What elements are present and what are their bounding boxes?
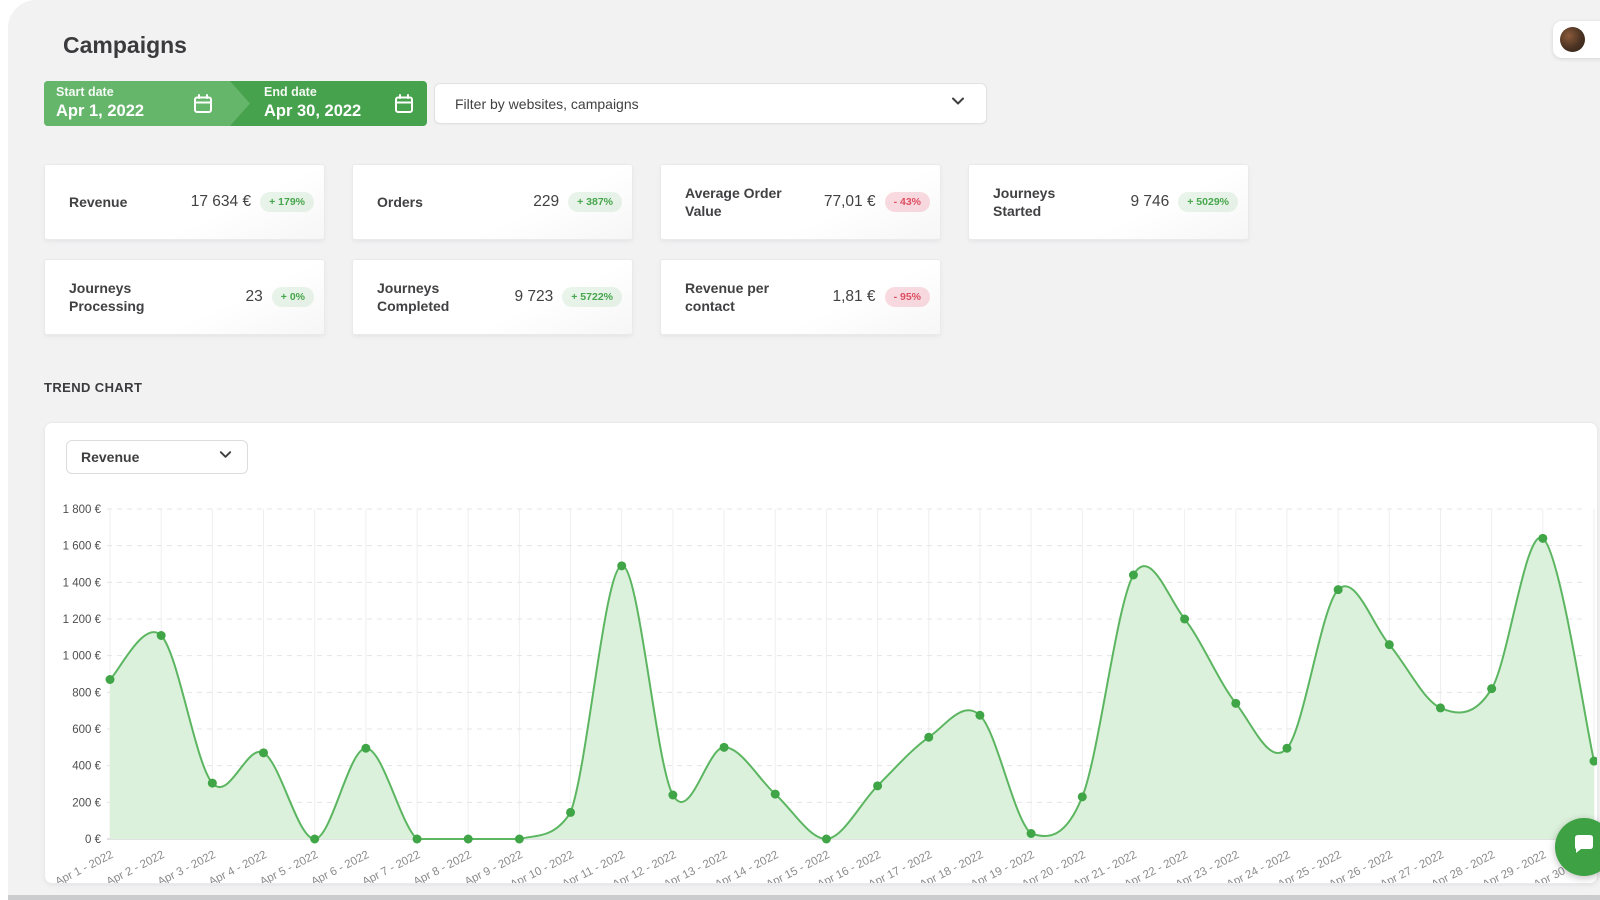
kpi-card-revenue-per-contact: Revenue per contact 1,81 € - 95% <box>660 259 941 335</box>
filter-placeholder: Filter by websites, campaigns <box>455 96 639 112</box>
kpi-label: Revenue per contact <box>685 279 798 315</box>
data-point[interactable] <box>720 743 729 752</box>
data-point[interactable] <box>822 835 831 844</box>
kpi-value: 77,01 € <box>824 193 876 211</box>
svg-text:600 €: 600 € <box>72 724 101 736</box>
kpi-value: 229 <box>533 193 559 211</box>
data-point[interactable] <box>1538 534 1547 543</box>
end-date-label: End date <box>264 85 361 101</box>
trend-chart-canvas: 0 € 200 € 400 € 600 € 800 € 1 000 € 1 200 € 1 4… <box>45 423 1598 884</box>
date-range-picker[interactable]: Start date Apr 1, 2022 End date Apr 30, … <box>44 81 427 126</box>
start-date-value: Apr 1, 2022 <box>56 101 144 122</box>
data-point[interactable] <box>361 744 370 753</box>
kpi-delta-badge: + 179% <box>260 192 314 212</box>
user-menu-chip[interactable] <box>1553 21 1600 58</box>
data-point[interactable] <box>1231 699 1240 708</box>
kpi-delta-badge: + 387% <box>568 192 622 212</box>
data-point[interactable] <box>1129 571 1138 580</box>
kpi-delta-badge: + 5722% <box>562 287 622 307</box>
page-title: Campaigns <box>63 32 187 59</box>
data-point[interactable] <box>259 748 268 757</box>
kpi-card-average-order-value: Average Order Value 77,01 € - 43% <box>660 164 941 240</box>
end-date-button[interactable]: End date Apr 30, 2022 <box>250 81 427 126</box>
data-point[interactable] <box>106 675 115 684</box>
data-point[interactable] <box>617 561 626 570</box>
data-point[interactable] <box>1487 684 1496 693</box>
chat-bubble-icon <box>1571 832 1597 863</box>
svg-text:400 €: 400 € <box>72 761 101 773</box>
website-campaign-filter[interactable]: Filter by websites, campaigns <box>434 83 987 124</box>
data-point[interactable] <box>1385 640 1394 649</box>
user-avatar <box>1560 27 1585 52</box>
data-point[interactable] <box>208 779 217 788</box>
svg-text:0 €: 0 € <box>85 834 102 846</box>
data-point[interactable] <box>310 835 319 844</box>
kpi-delta-badge: - 95% <box>885 287 930 307</box>
metric-select-value: Revenue <box>81 449 139 465</box>
data-point[interactable] <box>464 835 473 844</box>
svg-text:1 600 €: 1 600 € <box>63 541 102 553</box>
kpi-card-revenue: Revenue 17 634 € + 179% <box>44 164 325 240</box>
data-point[interactable] <box>515 835 524 844</box>
chevron-down-icon <box>950 93 966 114</box>
metric-select[interactable]: Revenue <box>66 440 248 474</box>
kpi-value: 9 723 <box>514 288 553 306</box>
data-point[interactable] <box>924 733 933 742</box>
start-date-label: Start date <box>56 85 144 101</box>
kpi-value: 1,81 € <box>832 288 875 306</box>
data-point[interactable] <box>157 631 166 640</box>
data-point[interactable] <box>413 835 422 844</box>
data-point[interactable] <box>771 790 780 799</box>
kpi-label: Journeys Started <box>993 184 1106 220</box>
calendar-icon <box>393 93 415 120</box>
kpi-label: Orders <box>377 193 490 211</box>
kpi-value: 23 <box>246 288 263 306</box>
kpi-card-journeys-processing: Journeys Processing 23 + 0% <box>44 259 325 335</box>
kpi-delta-badge: + 5029% <box>1178 192 1238 212</box>
data-point[interactable] <box>975 711 984 720</box>
kpi-grid: Revenue 17 634 € + 179% Orders 229 + 387… <box>44 164 1249 335</box>
data-point[interactable] <box>566 808 575 817</box>
data-point[interactable] <box>1334 585 1343 594</box>
kpi-delta-badge: - 43% <box>885 192 930 212</box>
kpi-value: 17 634 € <box>191 193 251 211</box>
data-point[interactable] <box>1436 703 1445 712</box>
data-point[interactable] <box>873 781 882 790</box>
kpi-label: Revenue <box>69 193 182 211</box>
horizontal-scrollbar[interactable] <box>8 895 1600 900</box>
calendar-icon <box>192 93 214 120</box>
kpi-label: Journeys Processing <box>69 279 182 315</box>
svg-text:1 800 €: 1 800 € <box>63 504 102 516</box>
kpi-card-journeys-started: Journeys Started 9 746 + 5029% <box>968 164 1249 240</box>
data-point[interactable] <box>1078 792 1087 801</box>
kpi-card-orders: Orders 229 + 387% <box>352 164 633 240</box>
svg-text:1 400 €: 1 400 € <box>63 577 102 589</box>
svg-text:1 000 €: 1 000 € <box>63 651 102 663</box>
data-point[interactable] <box>1180 615 1189 624</box>
trend-chart-card: Revenue 0 € 200 € 400 € 600 € 800 € 1 000 € 1 … <box>44 422 1598 884</box>
svg-text:1 200 €: 1 200 € <box>63 614 102 626</box>
kpi-label: Average Order Value <box>685 184 798 220</box>
kpi-card-journeys-completed: Journeys Completed 9 723 + 5722% <box>352 259 633 335</box>
end-date-value: Apr 30, 2022 <box>264 101 361 122</box>
data-point[interactable] <box>1282 744 1291 753</box>
trend-chart-heading: TREND CHART <box>44 380 142 395</box>
kpi-label: Journeys Completed <box>377 279 490 315</box>
start-date-button[interactable]: Start date Apr 1, 2022 <box>44 81 250 126</box>
svg-text:200 €: 200 € <box>72 797 101 809</box>
main-panel: Campaigns Start date Apr 1, 2022 End dat… <box>8 0 1600 900</box>
chevron-down-icon <box>218 447 233 467</box>
kpi-value: 9 746 <box>1130 193 1169 211</box>
data-point[interactable] <box>668 791 677 800</box>
kpi-delta-badge: + 0% <box>272 287 314 307</box>
data-point[interactable] <box>1027 829 1036 838</box>
svg-text:800 €: 800 € <box>72 687 101 699</box>
